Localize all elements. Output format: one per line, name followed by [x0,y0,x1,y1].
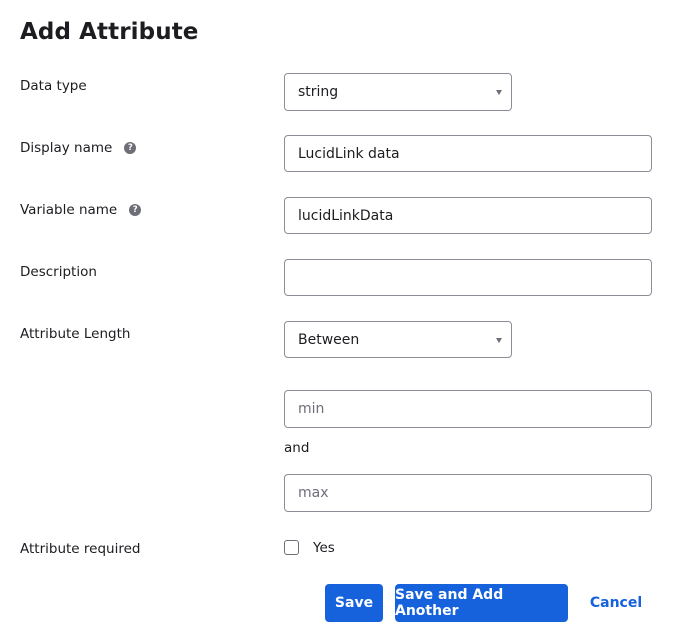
max-placeholder: max [298,485,329,501]
display-name-input[interactable]: LucidLink data [284,135,652,172]
variable-name-label: Variable name ? [20,202,142,218]
attribute-required-checkbox-label[interactable]: Yes [313,540,335,556]
min-length-input[interactable]: min [284,390,652,428]
attribute-required-label-text: Attribute required [20,541,141,557]
data-type-label-text: Data type [20,78,87,94]
variable-name-input[interactable]: lucidLinkData [284,197,652,234]
cancel-button[interactable]: Cancel [584,584,648,622]
attribute-length-select[interactable]: Between [284,321,512,358]
description-label-text: Description [20,264,97,280]
attribute-required-label: Attribute required [20,541,140,557]
attribute-length-value: Between [298,331,360,348]
and-connector: and [284,440,310,456]
data-type-label: Data type [20,78,87,94]
page-title: Add Attribute [20,19,199,45]
data-type-select[interactable]: string [284,73,512,111]
save-button[interactable]: Save [325,584,383,622]
max-length-input[interactable]: max [284,474,652,512]
help-icon[interactable]: ? [124,141,137,154]
attribute-required-checkbox[interactable] [284,540,299,555]
description-label: Description [20,264,97,280]
attribute-length-label: Attribute Length [20,326,130,342]
display-name-value: LucidLink data [298,145,400,162]
min-placeholder: min [298,401,325,417]
display-name-label-text: Display name [20,140,113,156]
attribute-length-label-text: Attribute Length [20,326,131,342]
help-icon[interactable]: ? [129,203,142,216]
chevron-down-icon [496,337,502,343]
display-name-label: Display name ? [20,140,137,156]
save-and-add-another-button[interactable]: Save and Add Another [395,584,568,622]
chevron-down-icon [496,90,502,95]
description-input[interactable] [284,259,652,296]
data-type-value: string [298,84,339,100]
variable-name-value: lucidLinkData [298,207,394,224]
variable-name-label-text: Variable name [20,202,118,218]
